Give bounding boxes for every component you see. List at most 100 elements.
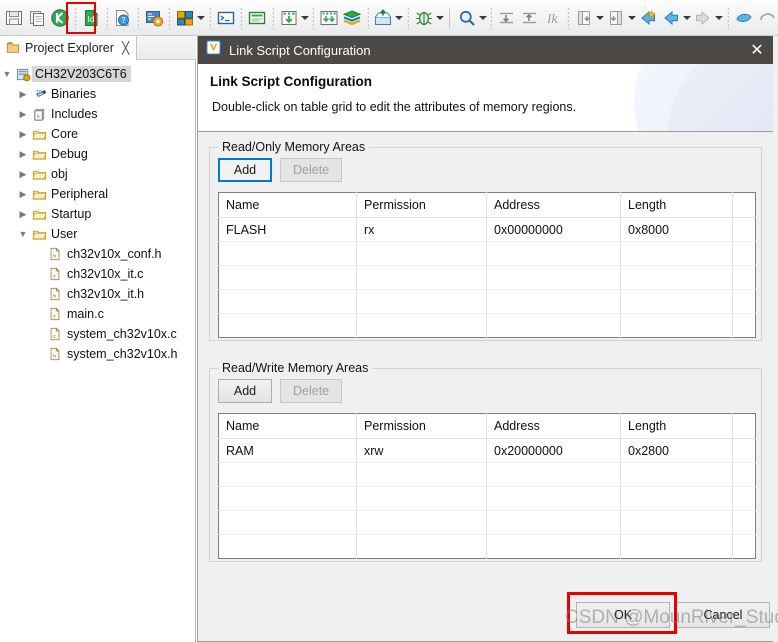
table-row[interactable]: FLASH rx 0x00000000 0x8000 [218, 217, 756, 242]
expander-icon[interactable]: ▶ [16, 169, 30, 180]
save-icon[interactable] [3, 5, 24, 31]
readonly-add-button[interactable]: Add [218, 158, 272, 182]
cell-name[interactable] [218, 534, 357, 559]
expander-icon[interactable]: ▶ [16, 189, 30, 200]
cell-name[interactable] [218, 289, 357, 314]
column-header-name[interactable]: Name [218, 192, 357, 218]
previous-annotation-icon[interactable] [519, 5, 540, 31]
cell-length[interactable] [620, 510, 733, 535]
table-row[interactable] [218, 289, 756, 314]
library-stack-icon[interactable] [342, 5, 363, 31]
tree-item-obj[interactable]: ▶ obj [0, 164, 196, 184]
debug-bug-icon[interactable] [413, 5, 434, 31]
cell-name[interactable] [218, 241, 357, 266]
readwrite-add-button[interactable]: Add [218, 379, 272, 403]
dropdown-arrow[interactable] [197, 6, 206, 30]
cell-length[interactable]: 0x8000 [620, 217, 733, 242]
ok-button[interactable]: OK [576, 602, 670, 628]
cell-length[interactable] [620, 462, 733, 487]
export-icon[interactable] [373, 5, 394, 31]
cell-length[interactable] [620, 289, 733, 314]
cell-length[interactable] [620, 265, 733, 290]
cell-name[interactable] [218, 462, 357, 487]
cell-address[interactable] [486, 534, 621, 559]
dropdown-arrow[interactable] [435, 6, 444, 30]
next-annotation-icon[interactable] [496, 5, 517, 31]
dropdown-arrow[interactable] [683, 6, 692, 30]
link-script-config-icon[interactable]: ld [81, 5, 102, 31]
tree-item-peripheral[interactable]: ▶ Peripheral [0, 184, 196, 204]
table-row[interactable] [218, 462, 756, 487]
cell-length[interactable] [620, 486, 733, 511]
tree-item-file[interactable]: h ch32v10x_conf.h [0, 244, 196, 264]
expander-icon[interactable]: ▼ [0, 69, 14, 79]
cell-permission[interactable] [356, 289, 487, 314]
expander-icon[interactable]: ▶ [16, 149, 30, 160]
dialog-scrollbar[interactable] [773, 36, 778, 642]
tree-item-core[interactable]: ▶ Core [0, 124, 196, 144]
dropdown-arrow[interactable] [395, 6, 404, 30]
cell-name[interactable] [218, 265, 357, 290]
table-row[interactable] [218, 486, 756, 511]
cell-length[interactable] [620, 241, 733, 266]
column-header-address[interactable]: Address [486, 192, 621, 218]
cell-permission[interactable] [356, 241, 487, 266]
tree-item-file[interactable]: h ch32v10x_it.h [0, 284, 196, 304]
table-row[interactable] [218, 534, 756, 559]
cell-permission[interactable] [356, 510, 487, 535]
tree-item-file[interactable]: c main.c [0, 304, 196, 324]
tab-close-icon[interactable]: ╳ [122, 41, 129, 55]
cell-name[interactable] [218, 313, 357, 338]
pin-editor-icon[interactable] [733, 5, 754, 31]
cell-permission[interactable] [356, 486, 487, 511]
console-icon[interactable] [247, 5, 268, 31]
tree-item-file[interactable]: c ch32v10x_it.c [0, 264, 196, 284]
dropdown-arrow[interactable] [715, 6, 724, 30]
cell-address[interactable]: 0x20000000 [486, 438, 621, 463]
table-row[interactable] [218, 241, 756, 266]
tab-project-explorer[interactable]: Project Explorer ╳ [0, 36, 138, 60]
column-header-length[interactable]: Length [620, 413, 733, 439]
expander-icon[interactable]: ▶ [16, 89, 30, 100]
cell-address[interactable]: 0x00000000 [486, 217, 621, 242]
build-project-icon[interactable] [49, 5, 70, 31]
cell-permission[interactable] [356, 313, 487, 338]
next-edit-icon[interactable] [606, 5, 627, 31]
terminal-icon[interactable] [215, 5, 236, 31]
forward-icon[interactable] [693, 5, 714, 31]
back-history-icon[interactable] [661, 5, 682, 31]
cell-name[interactable] [218, 486, 357, 511]
copy-icon[interactable] [26, 5, 47, 31]
dropdown-arrow[interactable] [628, 6, 637, 30]
column-header-permission[interactable]: Permission [356, 413, 487, 439]
cell-name[interactable] [218, 510, 357, 535]
cell-address[interactable] [486, 510, 621, 535]
cell-permission[interactable]: rx [356, 217, 487, 242]
previous-edit-icon[interactable] [574, 5, 595, 31]
settings-gear-icon[interactable] [143, 5, 164, 31]
search-icon[interactable] [456, 5, 477, 31]
back-icon[interactable] [638, 5, 659, 31]
dropdown-arrow[interactable] [478, 6, 487, 30]
cell-length[interactable] [620, 534, 733, 559]
tree-item-file[interactable]: h system_ch32v10x.h [0, 344, 196, 364]
expander-icon[interactable]: ▶ [16, 109, 30, 120]
readonly-memory-table[interactable]: Name Permission Address Length FLASH rx … [218, 192, 756, 338]
table-row[interactable] [218, 313, 756, 338]
close-icon[interactable]: ✕ [736, 36, 778, 64]
project-tree[interactable]: ▼ CH32V203C6T6 ▶ 10 Binaries ▶ h Include… [0, 61, 196, 642]
cell-length[interactable]: 0x2800 [620, 438, 733, 463]
tree-item-project[interactable]: ▼ CH32V203C6T6 [0, 64, 196, 84]
perspective-icon[interactable] [175, 5, 196, 31]
column-header-length[interactable]: Length [620, 192, 733, 218]
readwrite-memory-table[interactable]: Name Permission Address Length RAM xrw 0… [218, 413, 756, 559]
cell-name[interactable]: FLASH [218, 217, 357, 242]
help-doc-icon[interactable]: ? [112, 5, 133, 31]
tree-item-file[interactable]: c system_ch32v10x.c [0, 324, 196, 344]
cell-address[interactable] [486, 241, 621, 266]
table-row[interactable] [218, 510, 756, 535]
dropdown-arrow[interactable] [596, 6, 605, 30]
readwrite-delete-button[interactable]: Delete [280, 379, 343, 403]
cell-address[interactable] [486, 313, 621, 338]
expander-icon[interactable]: ▶ [16, 209, 30, 220]
